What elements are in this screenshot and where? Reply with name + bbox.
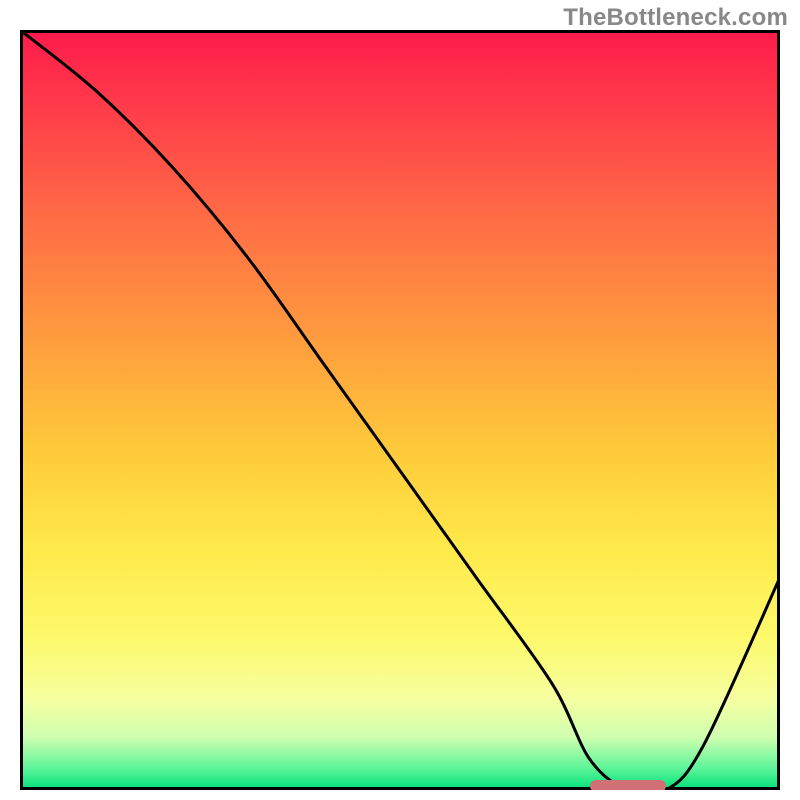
chart-svg — [20, 30, 780, 790]
watermark-text: TheBottleneck.com — [563, 4, 788, 32]
chart-stage: TheBottleneck.com — [0, 0, 800, 800]
chart-plot — [20, 30, 780, 790]
